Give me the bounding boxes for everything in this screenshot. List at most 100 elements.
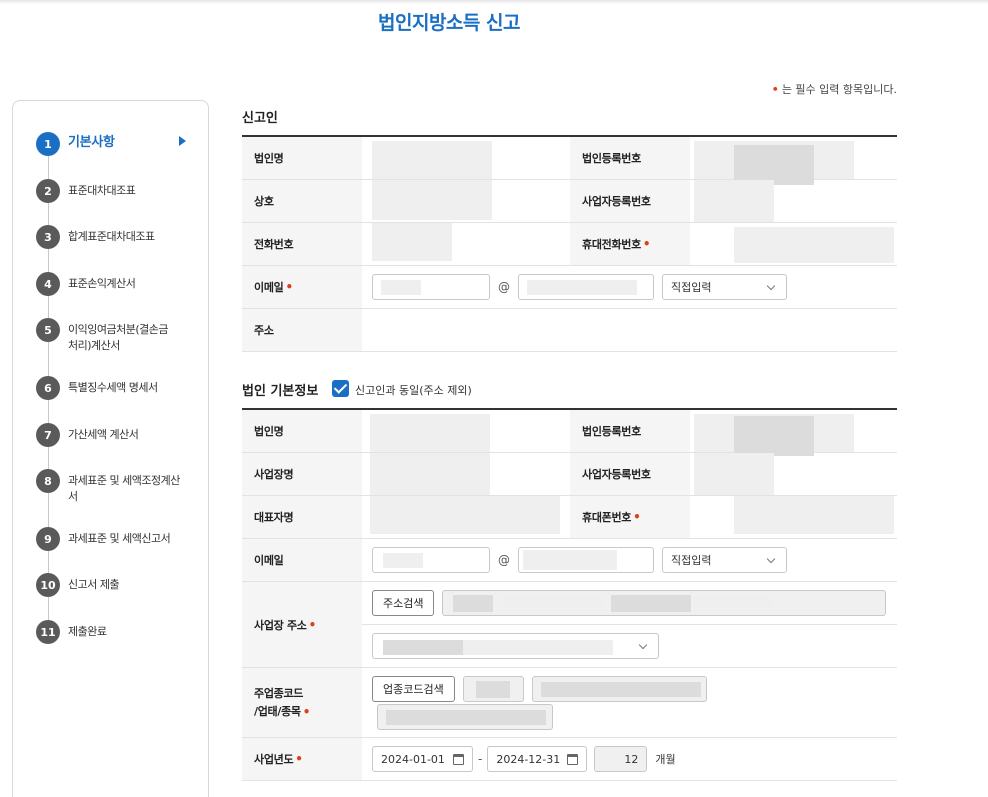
redacted-value — [734, 416, 814, 456]
required-note-text: 는 필수 입력 항목입니다. — [781, 83, 897, 96]
redacted-value — [370, 414, 490, 452]
months-unit: 개월 — [655, 753, 676, 766]
redacted-value — [475, 681, 510, 698]
email-value-group: @ 직접입력 — [362, 266, 897, 308]
industry-code-line: 업종코드검색 — [372, 676, 897, 702]
email-at-sign: @ — [498, 553, 510, 567]
fiscal-year-label-text: 사업년도 — [254, 753, 294, 766]
form-row: 이메일 • @ 직접입력 — [242, 266, 897, 309]
step-combined-balance-sheet[interactable]: 3 합계표준대차대조표 — [36, 225, 196, 249]
email-domain-select[interactable]: 직접입력 — [662, 274, 787, 300]
step-additional-tax[interactable]: 7 가산세액 계산서 — [36, 423, 196, 447]
required-dot-icon: • — [771, 83, 779, 96]
step-label: 과세표준 및 세액신고서 — [68, 532, 171, 545]
redacted-value — [734, 227, 894, 263]
email-id-input[interactable] — [372, 274, 490, 300]
site-name-label: 사업장명 — [242, 453, 362, 495]
redacted-value — [453, 595, 494, 612]
redacted-value — [372, 223, 452, 261]
calendar-icon[interactable] — [567, 754, 579, 765]
corp-name-label: 법인명 — [242, 137, 362, 179]
email-domain-input[interactable] — [518, 547, 654, 573]
declarant-section-title: 신고인 — [242, 111, 278, 126]
email-label: 이메일 • — [242, 266, 362, 308]
step-submit[interactable]: 10 신고서 제출 — [36, 573, 196, 597]
corp-name-value — [362, 410, 570, 452]
step-balance-sheet[interactable]: 2 표준대차대조표 — [36, 179, 196, 203]
email-id-input[interactable] — [372, 547, 490, 573]
step-special-withholding[interactable]: 6 특별징수세액 명세서 — [36, 376, 196, 400]
fiscal-start-date-text: 2024-01-01 — [381, 752, 445, 766]
step-label: 제출완료 — [68, 625, 107, 638]
site-address-detail-select[interactable] — [372, 633, 659, 659]
email-value-group: @ 직접입력 — [362, 539, 897, 581]
chevron-down-icon — [766, 281, 776, 291]
biz-reg-no-value — [690, 180, 897, 222]
redacted-value — [693, 595, 774, 612]
redacted-value — [523, 550, 617, 570]
form-row: 사업장명 사업자등록번호 — [242, 453, 897, 496]
step-label: 기본사항 — [68, 135, 115, 150]
required-dot-icon: • — [308, 617, 317, 632]
step-income-statement[interactable]: 4 표준손익계산서 — [36, 272, 196, 296]
fiscal-year-label: 사업년도 • — [242, 738, 362, 780]
rep-name-value — [362, 496, 570, 538]
industry-code-label-line1: 주업종코드 — [254, 686, 304, 700]
site-address-detail-line — [362, 625, 897, 667]
step-complete[interactable]: 11 제출완료 — [36, 620, 196, 644]
fiscal-end-date-input[interactable]: 2024-12-31 — [487, 746, 588, 772]
step-tax-return[interactable]: 9 과세표준 및 세액신고서 — [36, 527, 196, 551]
step-label: 특별징수세액 명세서 — [68, 381, 158, 394]
redacted-value — [381, 280, 421, 295]
site-address-label: 사업장 주소 • — [242, 582, 362, 667]
required-dot-icon: • — [633, 510, 641, 524]
step-tax-adjustment[interactable]: 8 과세표준 및 세액조정계산서 — [36, 469, 196, 505]
fiscal-end-date-text: 2024-12-31 — [496, 752, 561, 766]
step-number: 6 — [36, 376, 60, 400]
phone-label: 전화번호 — [242, 223, 362, 265]
redacted-value — [694, 180, 774, 222]
date-range-dash: - — [478, 752, 483, 766]
step-number: 1 — [36, 132, 60, 156]
mobile-label-text: 휴대전화번호 — [582, 238, 641, 251]
corp-reg-no-value — [690, 410, 897, 456]
address-label: 주소 — [242, 309, 362, 351]
business-type-input[interactable] — [531, 676, 707, 702]
form-row: 법인명 법인등록번호 — [242, 410, 897, 456]
email-domain-select[interactable]: 직접입력 — [662, 547, 787, 573]
step-label: 합계표준대차대조표 — [68, 230, 155, 243]
redacted-value — [611, 595, 692, 612]
business-item-input[interactable] — [377, 704, 553, 730]
redacted-value — [694, 453, 774, 495]
form-row: 사업년도 • 2024-01-01 - 2024-12-31 12 개월 — [242, 738, 897, 781]
industry-code-input[interactable] — [462, 676, 524, 702]
phone-value — [362, 223, 570, 265]
industry-code-search-button[interactable]: 업종코드검색 — [372, 676, 455, 702]
fiscal-start-date-input[interactable]: 2024-01-01 — [372, 746, 473, 772]
site-address-main-input[interactable] — [442, 590, 887, 616]
redacted-value — [370, 453, 490, 495]
step-number: 5 — [36, 318, 60, 342]
email-domain-select-text: 직접입력 — [671, 554, 712, 567]
email-at-sign: @ — [498, 280, 510, 294]
mobile-label: 휴대폰번호 • — [570, 496, 690, 538]
step-label: 표준손익계산서 — [68, 277, 136, 290]
email-domain-input[interactable] — [518, 274, 654, 300]
chevron-down-icon — [638, 640, 648, 650]
address-search-button[interactable]: 주소검색 — [372, 590, 435, 616]
step-label: 이익잉여금처분(결손금처리)계산서 — [68, 323, 169, 352]
redacted-value — [503, 595, 604, 612]
address-value — [362, 309, 897, 351]
step-retained-earnings[interactable]: 5 이익잉여금처분(결손금처리)계산서 — [36, 318, 196, 354]
step-basic-info[interactable]: 1 기본사항 — [36, 132, 196, 156]
months-value: 12 — [624, 752, 639, 766]
site-address-label-text: 사업장 주소 — [254, 618, 307, 632]
same-as-declarant-checkbox[interactable] — [332, 380, 349, 397]
top-shadow-bar — [0, 0, 988, 4]
calendar-icon[interactable] — [453, 754, 464, 765]
required-note: • 는 필수 입력 항목입니다. — [772, 81, 897, 97]
step-label: 가산세액 계산서 — [68, 428, 139, 441]
redacted-value — [463, 640, 613, 655]
same-as-declarant-label[interactable]: 신고인과 동일(주소 제외) — [355, 382, 472, 398]
required-dot-icon: • — [302, 704, 311, 719]
